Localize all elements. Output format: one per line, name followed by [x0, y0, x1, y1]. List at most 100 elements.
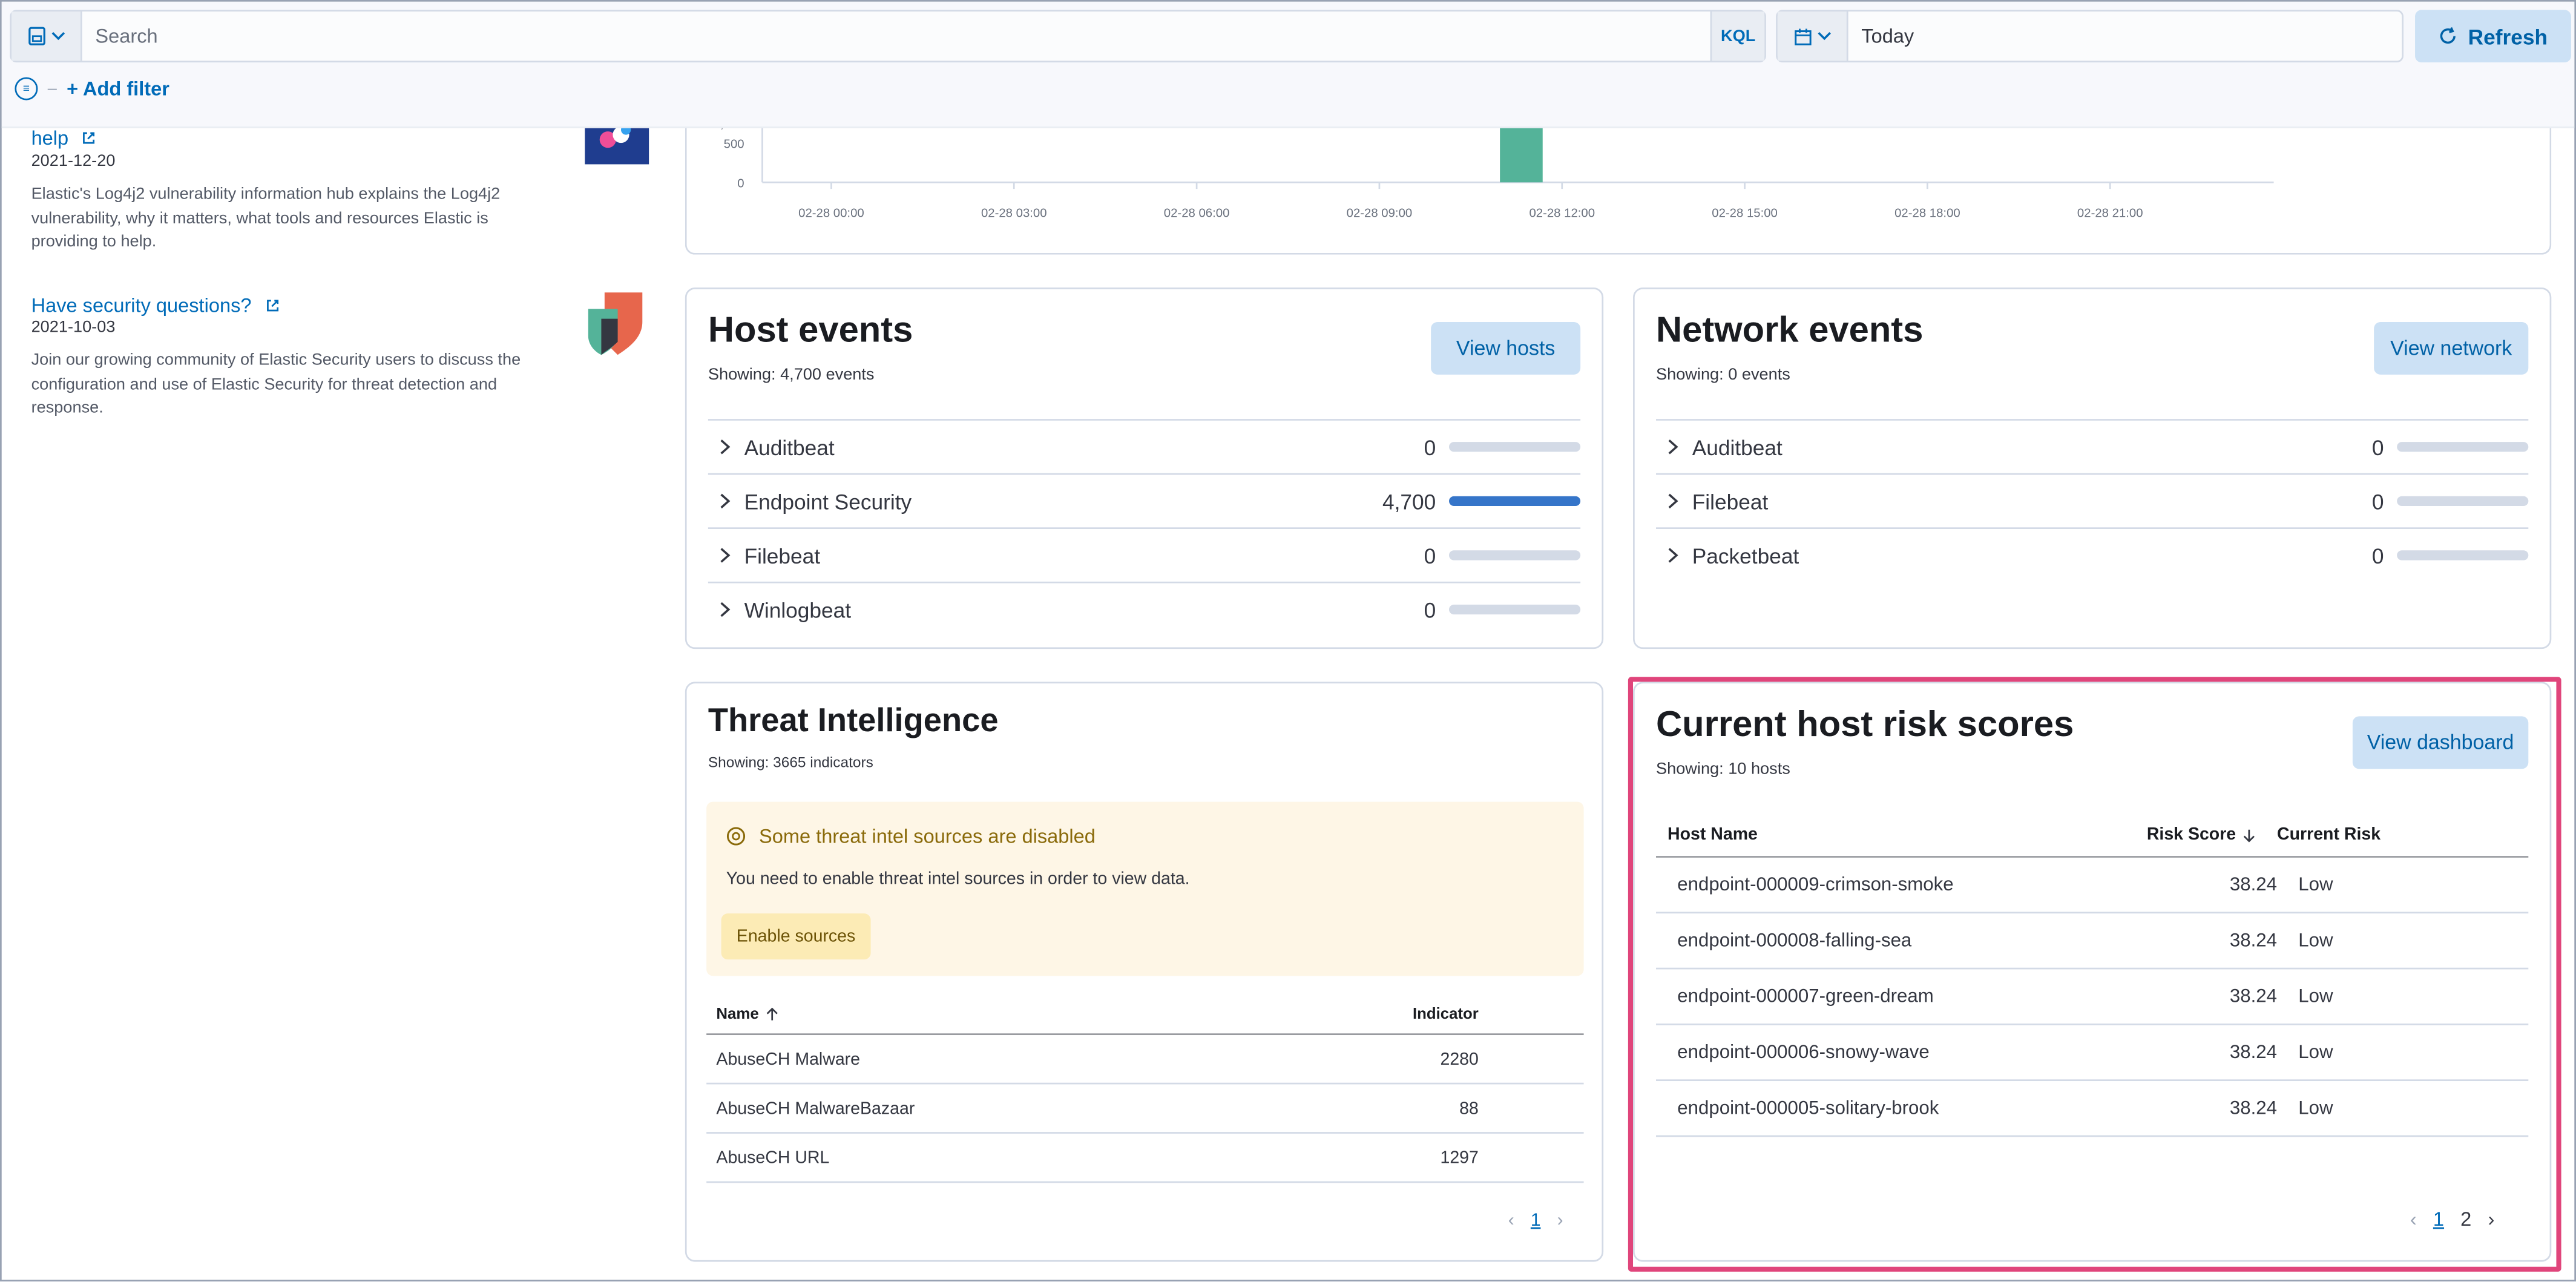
prev-page-icon[interactable]: ‹	[1508, 1211, 1514, 1231]
view-hosts-button[interactable]: View hosts	[1431, 322, 1581, 375]
search-input[interactable]	[82, 12, 1710, 61]
indicator-source-name: AbuseCH Malware	[716, 1049, 861, 1069]
name-column-header[interactable]: Name	[716, 1005, 778, 1024]
x-tick-label: 02-28 09:00	[1347, 206, 1413, 220]
event-source-label: Filebeat	[744, 543, 821, 568]
news-title-link[interactable]: Have security questions?	[31, 294, 252, 317]
host-name-link[interactable]: endpoint-000008-falling-sea	[1656, 931, 2121, 951]
risk-score-column-header[interactable]: Risk Score	[2121, 824, 2256, 845]
chevron-right-icon[interactable]	[708, 493, 741, 509]
network-events-subtitle: Showing: 0 events	[1656, 366, 1790, 385]
table-row: endpoint-000006-snowy-wave 38.24 Low	[1656, 1025, 2529, 1082]
event-count: 0	[1424, 434, 1436, 459]
chevron-right-icon[interactable]	[708, 601, 741, 617]
page-button[interactable]: 2	[2460, 1208, 2471, 1231]
indicator-column-header[interactable]: Indicator	[1382, 1005, 1479, 1024]
host-risk-subtitle: Showing: 10 hosts	[1656, 760, 1790, 779]
news-title-link[interactable]: help	[31, 127, 69, 150]
event-count: 0	[2371, 434, 2384, 459]
refresh-button[interactable]: Refresh	[2415, 10, 2571, 63]
add-filter-link[interactable]: + Add filter	[67, 77, 169, 100]
threat-intel-warning-callout: Some threat intel sources are disabled Y…	[706, 801, 1584, 976]
event-count-bar	[1449, 604, 1581, 615]
view-network-button[interactable]: View network	[2374, 322, 2529, 375]
date-picker: Today	[1776, 10, 2404, 63]
saved-query-button[interactable]	[12, 12, 82, 61]
page-button[interactable]: 1	[1531, 1211, 1541, 1231]
help-icon	[726, 827, 746, 846]
table-row: endpoint-000009-crimson-smoke 38.24 Low	[1656, 858, 2529, 914]
event-source-label: Packetbeat	[1692, 543, 1799, 568]
chevron-right-icon[interactable]	[1656, 547, 1689, 564]
chevron-right-icon[interactable]	[1656, 439, 1689, 455]
event-source-row[interactable]: Auditbeat 0	[708, 419, 1581, 473]
filter-menu-icon[interactable]: ≡	[15, 77, 38, 100]
enable-sources-button[interactable]: Enable sources	[721, 913, 871, 960]
current-risk-value: Low	[2298, 930, 2333, 951]
event-count-bar	[2397, 550, 2529, 560]
next-page-icon[interactable]: ›	[1557, 1211, 1563, 1231]
current-risk-column-header[interactable]: Current Risk	[2277, 825, 2380, 845]
view-dashboard-button[interactable]: View dashboard	[2352, 716, 2529, 769]
refresh-icon	[2440, 27, 2456, 44]
event-count: 0	[1424, 543, 1436, 568]
y-tick-label: 500	[724, 137, 744, 151]
next-page-icon[interactable]: ›	[2488, 1208, 2494, 1231]
host-name-column-header[interactable]: Host Name	[1668, 825, 1758, 845]
quick-menu-button[interactable]	[1777, 12, 1848, 61]
current-risk-value: Low	[2298, 986, 2333, 1007]
news-thumbnail-security	[588, 292, 644, 366]
event-source-row[interactable]: Packetbeat 0	[1656, 527, 2529, 582]
event-source-row[interactable]: Auditbeat 0	[1656, 419, 2529, 473]
host-events-title: Host events	[708, 309, 913, 350]
risk-score-value: 38.24	[2229, 1098, 2278, 1119]
chevron-right-icon[interactable]	[708, 439, 741, 455]
news-description: Join our growing community of Elastic Se…	[31, 351, 521, 418]
host-name-link[interactable]: endpoint-000005-solitary-brook	[1656, 1099, 2121, 1119]
indicator-count: 2280	[1440, 1049, 1479, 1069]
date-range-text[interactable]: Today	[1848, 25, 1914, 48]
event-count-bar	[2397, 496, 2529, 507]
external-link-icon	[266, 300, 278, 312]
current-risk-value: Low	[2298, 875, 2333, 895]
event-source-row[interactable]: Winlogbeat 0	[708, 581, 1581, 636]
threat-intel-pagination: ‹ 1 ›	[1508, 1211, 1563, 1231]
indicator-source-name: AbuseCH URL	[716, 1147, 830, 1168]
risk-score-label: Risk Score	[2146, 824, 2236, 845]
name-column-label: Name	[716, 1005, 759, 1024]
current-risk-value: Low	[2298, 1042, 2333, 1062]
host-name-link[interactable]: endpoint-000007-green-dream	[1656, 987, 2121, 1007]
refresh-label: Refresh	[2468, 24, 2548, 49]
x-tick-label: 02-28 03:00	[981, 206, 1047, 220]
risk-score-value: 38.24	[2229, 875, 2278, 895]
x-tick-label: 02-28 12:00	[1529, 206, 1595, 220]
page-button[interactable]: 1	[2433, 1208, 2444, 1231]
event-count-bar	[1449, 550, 1581, 560]
threat-intel-title: Threat Intelligence	[708, 703, 999, 740]
host-name-link[interactable]: endpoint-000009-crimson-smoke	[1656, 875, 2121, 895]
event-count: 0	[1424, 597, 1436, 622]
chevron-right-icon[interactable]	[708, 547, 741, 564]
news-date: 2021-10-03	[31, 318, 116, 337]
kql-toggle[interactable]: KQL	[1710, 12, 1765, 61]
security-shield-icon	[588, 292, 643, 355]
event-source-row[interactable]: Filebeat 0	[708, 527, 1581, 582]
event-source-row[interactable]: Filebeat 0	[1656, 473, 2529, 528]
chevron-right-icon[interactable]	[1656, 493, 1689, 509]
event-count-bar	[1449, 442, 1581, 452]
filter-row: ≡ – + Add filter	[15, 77, 169, 100]
news-item: Have security questions?	[31, 291, 280, 320]
sort-ascending-icon	[766, 1007, 778, 1021]
event-source-row[interactable]: Endpoint Security 4,700	[708, 473, 1581, 528]
host-risk-pagination: ‹ 1 2 ›	[2410, 1208, 2494, 1231]
prev-page-icon[interactable]: ‹	[2410, 1208, 2417, 1231]
chevron-down-icon	[1817, 32, 1830, 41]
external-link-icon	[83, 132, 95, 144]
event-count-bar	[1449, 496, 1581, 507]
table-row: AbuseCH MalwareBazaar 88	[706, 1084, 1584, 1134]
event-count: 0	[2371, 488, 2384, 514]
histogram-bar[interactable]	[1500, 127, 1543, 183]
host-name-link[interactable]: endpoint-000006-snowy-wave	[1656, 1042, 2121, 1062]
event-source-label: Filebeat	[1692, 488, 1769, 514]
x-tick-label: 02-28 18:00	[1894, 206, 1960, 220]
